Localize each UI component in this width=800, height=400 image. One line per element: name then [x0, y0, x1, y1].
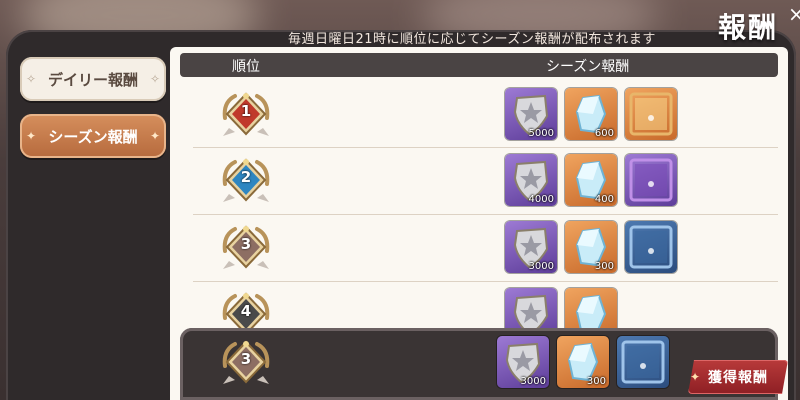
crystal-reward-icon[interactable]: 400	[565, 154, 617, 206]
reward-count: 3000	[528, 261, 554, 272]
sparkle-icon: ✧	[149, 72, 160, 86]
table-header: 順位 シーズン報酬	[180, 53, 778, 77]
sparkle-icon: ✦	[149, 129, 160, 143]
header-season-reward: シーズン報酬	[546, 59, 630, 75]
reward-count: 600	[594, 128, 614, 139]
frame-blue-reward-icon[interactable]	[625, 221, 677, 273]
rank-medal-icon: 2	[219, 154, 273, 208]
close-icon[interactable]: ×	[788, 2, 800, 26]
rank-number: 4	[240, 302, 252, 320]
tab-daily-rewards[interactable]: ✧ デイリー報酬 ✧	[20, 57, 166, 101]
reward-count: 4000	[528, 194, 554, 205]
claim-reward-button[interactable]: 獲得報酬	[688, 360, 788, 394]
reward-count: 300	[594, 261, 614, 272]
sparkle-icon: ✦	[26, 129, 37, 143]
my-crystal-reward-icon[interactable]: 300	[557, 336, 609, 388]
my-frame-blue-reward-icon[interactable]	[617, 336, 669, 388]
tab-label: デイリー報酬	[47, 70, 138, 89]
my-shield-reward-icon[interactable]: 3000	[497, 336, 549, 388]
reward-count: 3000	[520, 376, 546, 387]
my-rank-number: 3	[240, 350, 252, 368]
reward-count: 5000	[528, 128, 554, 139]
reward-count: 300	[586, 376, 606, 387]
crystal-reward-icon[interactable]: 300	[565, 221, 617, 273]
my-rank-medal-icon: 3	[219, 336, 273, 390]
rank-number: 2	[240, 168, 252, 186]
shield-reward-icon[interactable]: 4000	[505, 154, 557, 206]
window-title: 報酬	[718, 11, 779, 44]
rank-number: 1	[240, 102, 252, 120]
rank-medal-icon: 3	[219, 221, 273, 275]
tab-season-rewards[interactable]: ✦ シーズン報酬 ✦	[20, 114, 166, 158]
sparkle-icon: ✧	[26, 72, 37, 86]
crystal-reward-icon[interactable]: 600	[565, 88, 617, 140]
shield-reward-icon[interactable]: 3000	[505, 221, 557, 273]
frame-gold-reward-icon[interactable]	[625, 88, 677, 140]
rank-number: 3	[240, 235, 252, 253]
distribution-notice: 毎週日曜日21時に順位に応じてシーズン報酬が配布されます	[288, 32, 656, 47]
frame-purple-reward-icon[interactable]	[625, 154, 677, 206]
row-divider	[193, 214, 778, 215]
sparkle-icon: ✦	[690, 370, 701, 384]
row-divider	[193, 147, 778, 148]
reward-count: 400	[594, 194, 614, 205]
rank-medal-icon: 1	[219, 88, 273, 142]
shield-reward-icon[interactable]: 5000	[505, 88, 557, 140]
tab-label: シーズン報酬	[48, 127, 138, 146]
row-divider	[193, 281, 778, 282]
header-rank: 順位	[232, 59, 260, 75]
